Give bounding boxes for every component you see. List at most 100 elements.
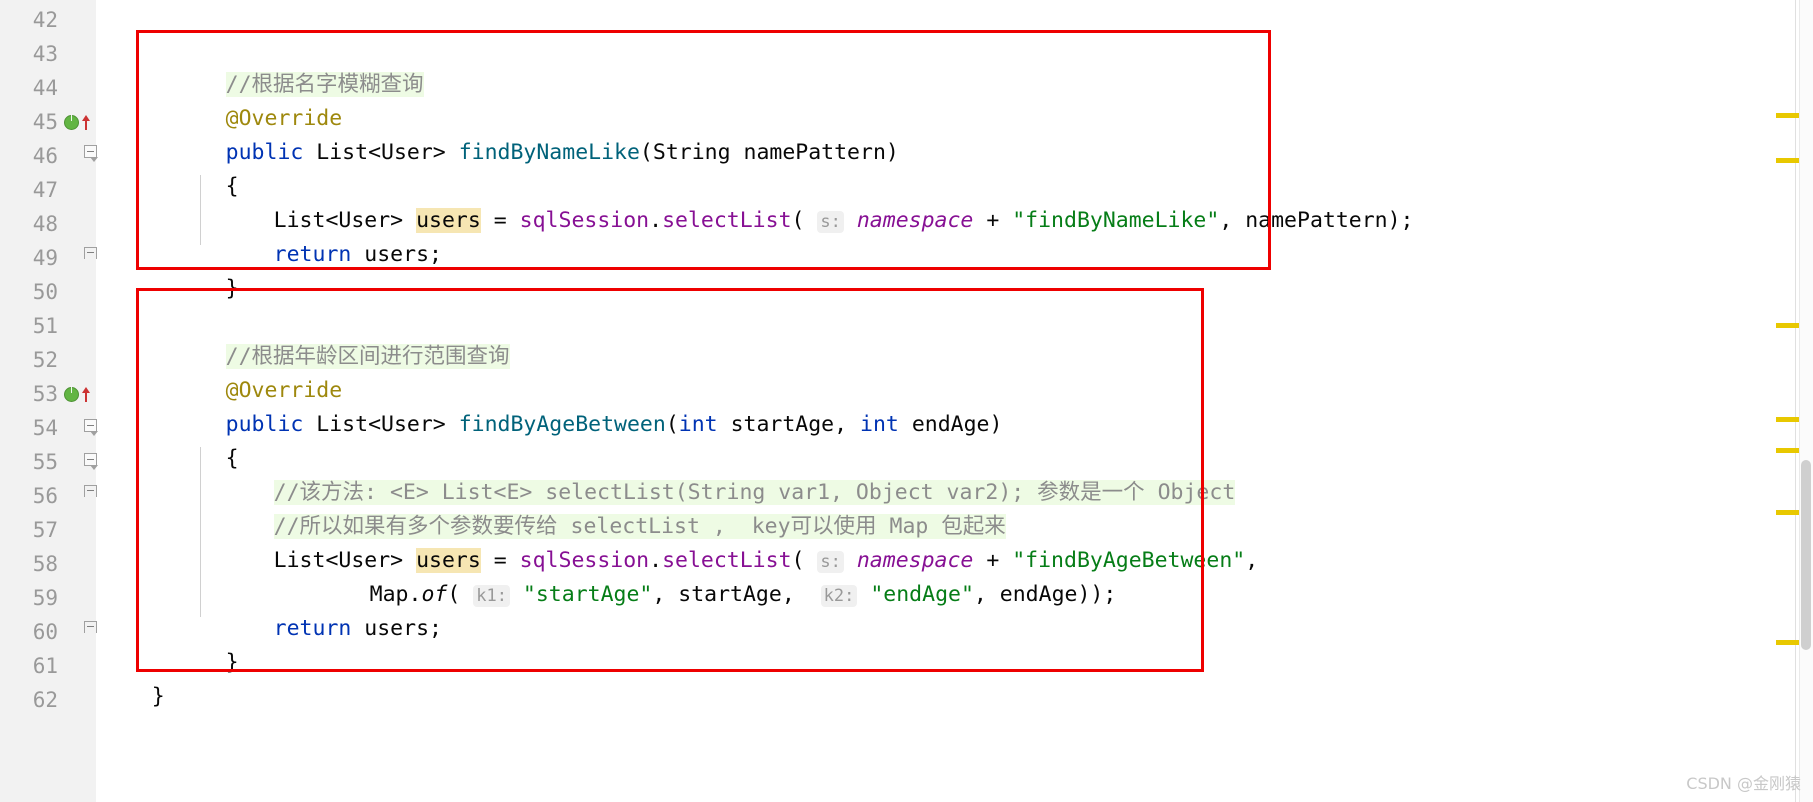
gutter-icons <box>58 386 102 402</box>
line-number: 54 <box>32 416 58 440</box>
fold-marker-line-56[interactable] <box>82 483 102 503</box>
fold-marker-line-60[interactable] <box>82 619 102 639</box>
line-number: 44 <box>32 76 58 100</box>
code-editor: 42 43 44 45 46 47 48 49 50 51 52 53 54 5… <box>0 0 1813 802</box>
fold-end-icon[interactable] <box>84 247 97 259</box>
assign-operator: = <box>493 208 507 233</box>
code-line-55[interactable]: //该方法: <E> List<E> selectList(String var… <box>196 442 1236 505</box>
gutter-line-52[interactable]: 52 <box>0 343 122 377</box>
implemented-method-icon[interactable] <box>64 114 79 130</box>
gutter-line-55[interactable]: 55 <box>0 445 122 479</box>
gutter-line-46[interactable]: 46 <box>0 139 122 173</box>
gutter-line-43[interactable]: 43 <box>0 37 122 71</box>
code-line-48[interactable]: return users; <box>196 204 442 267</box>
variable-users: users <box>364 242 430 267</box>
code-line-43[interactable]: //根据名字模糊查询 <box>148 34 424 97</box>
arg-start-age: startAge <box>678 582 782 607</box>
gutter-line-57[interactable]: 57 <box>0 513 122 547</box>
arg-name-pattern: namePattern <box>1245 208 1388 233</box>
gutter-line-60[interactable]: 60 <box>0 615 122 649</box>
overriding-method-arrow-icon[interactable] <box>81 114 91 130</box>
gutter-line-50[interactable]: 50 <box>0 275 122 309</box>
code-line-52[interactable]: @Override <box>148 340 343 403</box>
code-line-49[interactable]: } <box>148 238 239 301</box>
brace-close-class: } <box>151 684 165 709</box>
line-number: 55 <box>32 450 58 474</box>
arg-end-age: endAge <box>999 582 1078 607</box>
code-line-56[interactable]: //所以如果有多个参数要传给 selectList , key可以使用 Map … <box>196 476 1006 539</box>
implemented-method-icon[interactable] <box>64 386 79 402</box>
overriding-method-arrow-icon[interactable] <box>81 386 91 402</box>
line-number: 57 <box>32 518 58 542</box>
vertical-scrollbar-track[interactable] <box>1799 0 1813 802</box>
gutter-line-49[interactable]: 49 <box>0 241 122 275</box>
line-number: 46 <box>32 144 58 168</box>
line-number: 48 <box>32 212 58 236</box>
fold-tail-icon <box>90 431 98 436</box>
fold-marker-line-55[interactable] <box>82 453 102 473</box>
gutter-line-47[interactable]: 47 <box>0 173 122 207</box>
fold-end-icon[interactable] <box>84 485 97 497</box>
string-find-by-name-like: "findByNameLike" <box>1012 208 1220 233</box>
code-line-58[interactable]: Map.of( k1: "startAge", startAge, k2: "e… <box>292 544 1116 607</box>
line-number: 58 <box>32 552 58 576</box>
code-line-46[interactable]: { <box>148 136 239 199</box>
fold-marker-line-54[interactable] <box>82 419 102 439</box>
vertical-scrollbar-thumb[interactable] <box>1801 460 1811 650</box>
code-line-59[interactable]: return users; <box>196 578 442 641</box>
code-line-44[interactable]: @Override <box>148 68 343 131</box>
gutter-line-44[interactable]: 44 <box>0 71 122 105</box>
fold-tail-icon <box>90 465 98 470</box>
keyword-return: return <box>273 242 352 267</box>
code-line-60[interactable]: } <box>148 612 239 675</box>
gutter-line-45[interactable]: 45 <box>0 105 122 139</box>
code-content-area[interactable]: //根据名字模糊查询 @Override public List<User> f… <box>122 0 1813 802</box>
plus-operator: + <box>986 208 1000 233</box>
param-start-age: startAge <box>730 412 835 437</box>
line-number: 45 <box>32 110 58 134</box>
param-name-pattern: namePattern <box>743 140 886 165</box>
code-line-61[interactable]: } <box>100 646 165 709</box>
fold-end-icon[interactable] <box>84 621 97 633</box>
gutter-line-56[interactable]: 56 <box>0 479 122 513</box>
type-list-user: List<User> <box>316 412 446 437</box>
brace-close: } <box>225 650 239 675</box>
code-line-47[interactable]: List<User> users = sqlSession.selectList… <box>196 170 1414 233</box>
code-line-53[interactable]: public List<User> findByAgeBetween(int s… <box>148 374 1003 437</box>
gutter-line-51[interactable]: 51 <box>0 309 122 343</box>
method-name-find-by-age-between: findByAgeBetween <box>458 412 666 437</box>
method-name-find-by-name-like: findByNameLike <box>458 140 640 165</box>
fold-marker-line-46[interactable] <box>82 145 102 165</box>
line-number: 52 <box>32 348 58 372</box>
string-start-age: "startAge" <box>522 582 653 607</box>
parameter-hint-s: s: <box>817 211 844 233</box>
gutter-line-42[interactable]: 42 <box>0 3 122 37</box>
code-line-45[interactable]: public List<User> findByNameLike(String … <box>148 102 899 165</box>
gutter-line-59[interactable]: 59 <box>0 581 122 615</box>
field-namespace: namespace <box>856 208 974 233</box>
code-line-54[interactable]: { <box>148 408 239 471</box>
line-number: 56 <box>32 484 58 508</box>
brace-close: } <box>225 276 239 301</box>
variable-users: users <box>364 616 430 641</box>
semicolon: ; <box>429 242 442 267</box>
line-number: 61 <box>32 654 58 678</box>
param-end-age: endAge <box>911 412 990 437</box>
gutter-line-53[interactable]: 53 <box>0 377 122 411</box>
line-number: 43 <box>32 42 58 66</box>
code-line-51[interactable]: //根据年龄区间进行范围查询 <box>148 306 510 369</box>
object-sql-session: sqlSession <box>519 208 650 233</box>
keyword-return: return <box>273 616 352 641</box>
gutter-line-54[interactable]: 54 <box>0 411 122 445</box>
gutter-line-48[interactable]: 48 <box>0 207 122 241</box>
code-line-57[interactable]: List<User> users = sqlSession.selectList… <box>196 510 1258 573</box>
error-stripe-track[interactable] <box>1795 0 1796 802</box>
gutter-line-58[interactable]: 58 <box>0 547 122 581</box>
gutter-icons <box>58 114 102 130</box>
line-number: 51 <box>32 314 58 338</box>
fold-marker-line-49[interactable] <box>82 245 102 265</box>
string-end-age: "endAge" <box>870 582 974 607</box>
line-number: 42 <box>32 8 58 32</box>
parameter-hint-k2: k2: <box>820 585 858 607</box>
keyword-int: int <box>860 412 899 437</box>
